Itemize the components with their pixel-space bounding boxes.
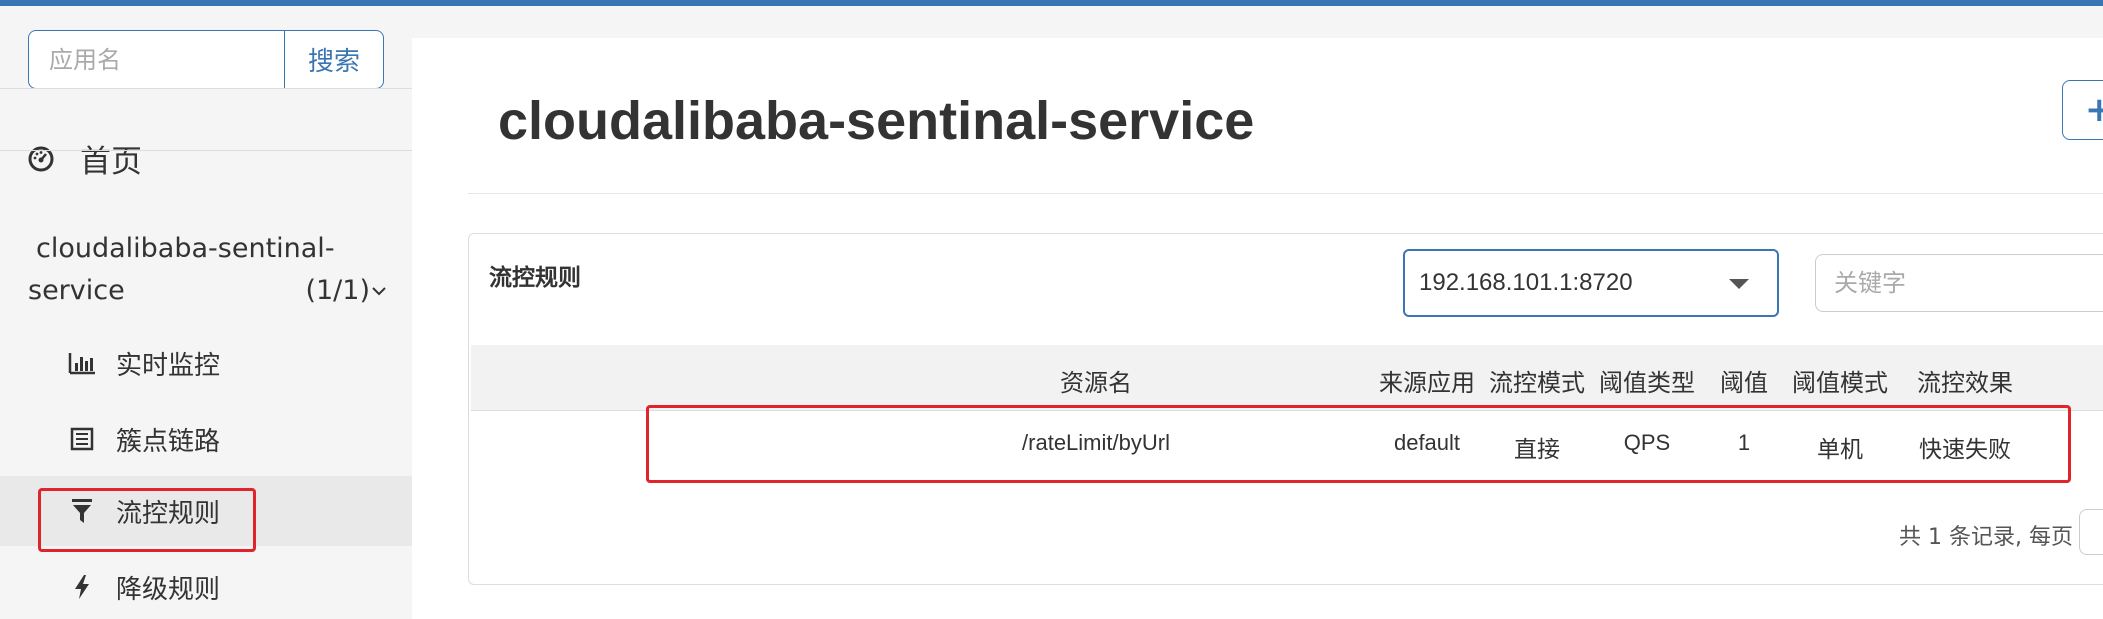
- bar-chart-icon: [68, 349, 96, 377]
- app-search-input[interactable]: [28, 30, 284, 89]
- app-group-header[interactable]: cloudalibaba-sentinal- service (1/1): [28, 228, 388, 312]
- machine-select[interactable]: 192.168.101.1:8720: [1403, 249, 1779, 317]
- sidebar-item-label: 簇点链路: [116, 426, 221, 457]
- sidebar-item-flow-rules[interactable]: 流控规则: [0, 476, 412, 546]
- cell-resource: /rateLimit/byUrl: [1022, 430, 1170, 455]
- sidebar-item-label: 降级规则: [116, 574, 221, 605]
- app-name: cloudalibaba-sentinal-: [36, 233, 335, 264]
- sidebar-item-cluster-link[interactable]: 簇点链路: [0, 404, 412, 474]
- column-header[interactable]: 流控模式: [1489, 363, 1585, 398]
- cell-strategy: 直接: [1514, 437, 1560, 463]
- caret-down-icon: [1729, 279, 1749, 289]
- sidebar-divider: [0, 88, 412, 89]
- title-divider: [468, 193, 2103, 194]
- column-header[interactable]: 阈值: [1720, 363, 1768, 398]
- flash-icon: [68, 573, 96, 601]
- column-header[interactable]: 流控效果: [1917, 363, 2013, 398]
- pagination-summary: 共 1 条记录, 每页: [1899, 525, 2073, 550]
- dashboard-icon: [26, 144, 56, 174]
- sidebar: 搜索 首页 cloudalibaba-sentinal- service (1/…: [0, 6, 412, 619]
- sidebar-item-label: 首页: [80, 144, 142, 180]
- list-icon: [68, 425, 96, 453]
- column-header[interactable]: 阈值模式: [1792, 363, 1888, 398]
- cell-limit-app: default: [1393, 430, 1461, 455]
- table-header: 资源名 来源应用 流控模式 阈值类型 阈值 阈值模式 流控效果: [471, 345, 2103, 411]
- sidebar-item-degrade-rules[interactable]: 降级规则: [0, 552, 412, 619]
- sidebar-item-label: 流控规则: [116, 498, 221, 529]
- panel-title: 流控规则: [489, 265, 581, 291]
- plus-icon: +: [2085, 90, 2103, 130]
- cell-cluster-mode: 单机: [1817, 437, 1863, 463]
- sidebar-item-home[interactable]: 首页: [26, 136, 142, 181]
- column-header[interactable]: 来源应用: [1379, 363, 1475, 398]
- cell-threshold: 1: [1737, 430, 1751, 455]
- app-machine-count: (1/1): [305, 275, 370, 306]
- add-rule-button[interactable]: +: [2062, 80, 2103, 140]
- sidebar-item-realtime-monitor[interactable]: 实时监控: [0, 328, 412, 398]
- column-header[interactable]: 资源名: [1060, 363, 1132, 398]
- app-name-suffix: service: [28, 275, 125, 306]
- app-search: 搜索: [28, 30, 384, 89]
- keyword-search-input[interactable]: [1815, 254, 2103, 312]
- machine-select-value: 192.168.101.1:8720: [1419, 269, 1633, 296]
- chevron-down-icon: [372, 287, 386, 296]
- filter-icon: [68, 497, 96, 525]
- cell-grade: QPS: [1623, 430, 1671, 455]
- table-row[interactable]: /rateLimit/byUrl default 直接 QPS 1 单机 快速失…: [471, 412, 2103, 478]
- page-size-input[interactable]: [2079, 509, 2103, 555]
- sidebar-divider: [0, 150, 412, 151]
- flow-rules-panel: 流控规则 192.168.101.1:8720 资源名 来源应用 流控模式 阈值…: [468, 233, 2103, 585]
- page-title: cloudalibaba-sentinal-service: [498, 91, 1255, 151]
- cell-control-behavior: 快速失败: [1919, 437, 2011, 463]
- column-header[interactable]: 阈值类型: [1599, 363, 1695, 398]
- search-button[interactable]: 搜索: [284, 30, 384, 89]
- main-content: cloudalibaba-sentinal-service + 流控规则 192…: [412, 38, 2103, 619]
- sidebar-item-label: 实时监控: [116, 350, 221, 381]
